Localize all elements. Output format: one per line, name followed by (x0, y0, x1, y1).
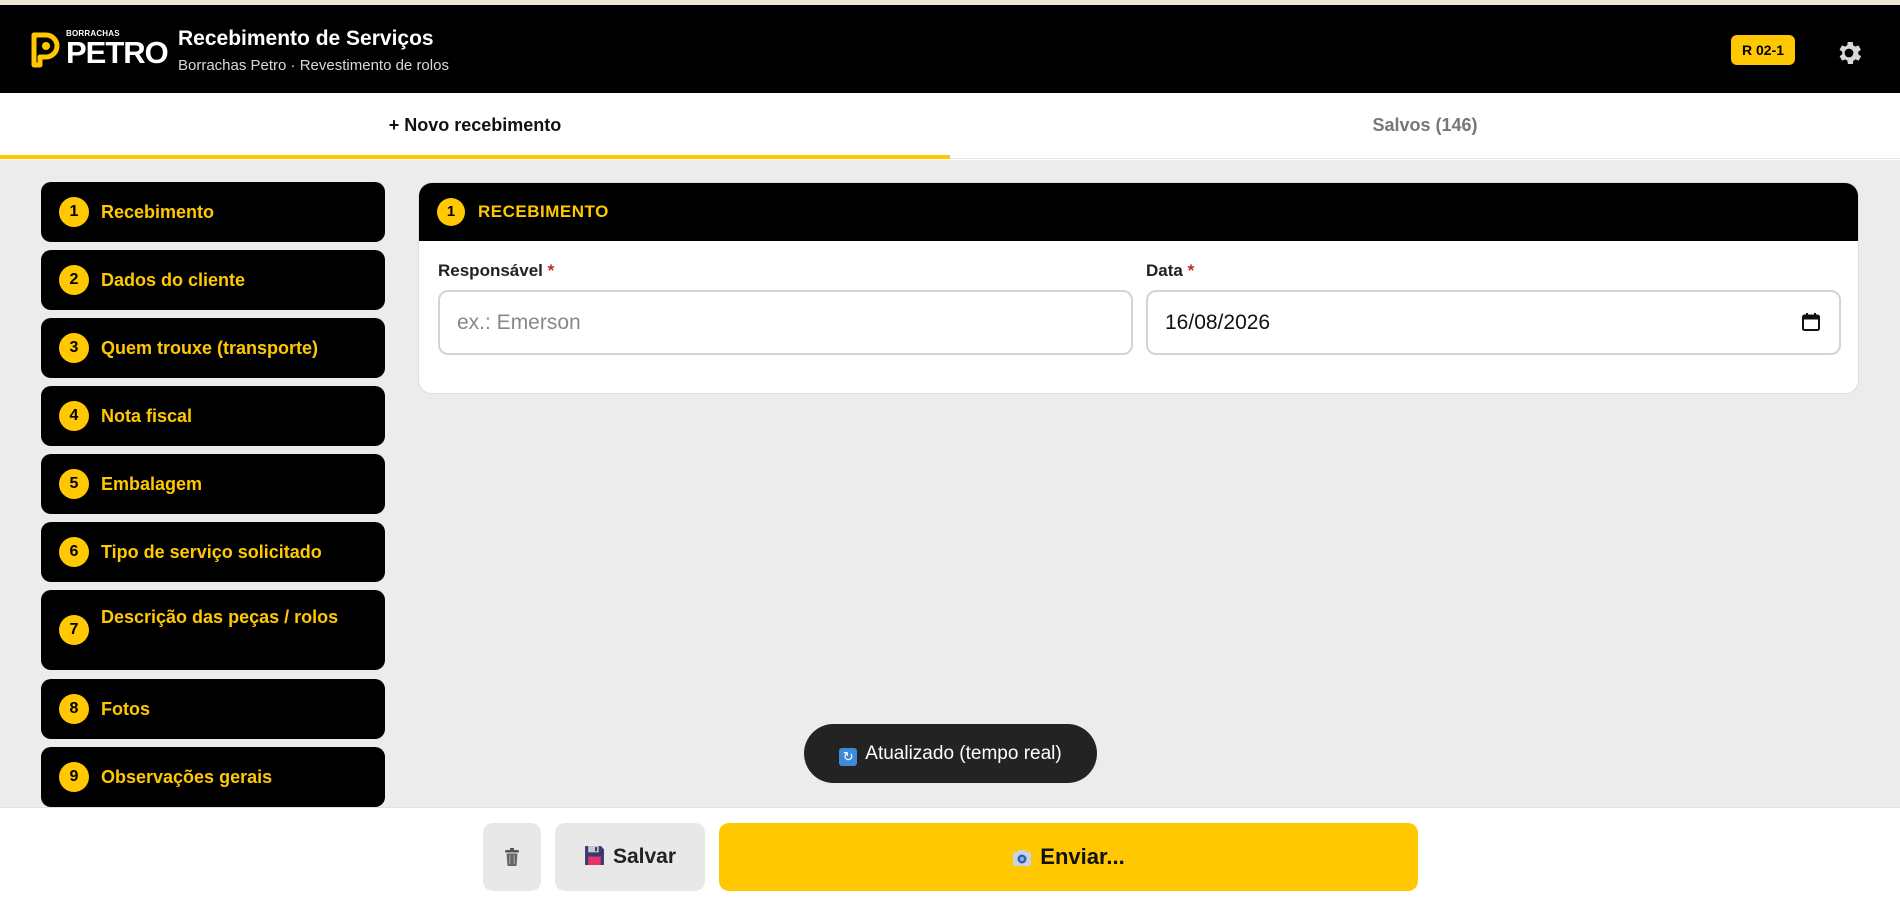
tab-novo-recebimento[interactable]: + Novo recebimento (0, 93, 950, 159)
responsavel-label-text: Responsável (438, 261, 543, 280)
sidebar-item-label: Descrição das peças / rolos (101, 607, 339, 627)
toast-text: Atualizado (tempo real) (865, 743, 1062, 764)
logo-wordmark: PETRO (66, 35, 169, 70)
sidebar-item-descricao-pecas[interactable]: 7 Descrição das peças / rolos (41, 590, 385, 670)
camera-icon (1013, 850, 1032, 866)
data-date-input[interactable]: 16/08/2026 (1146, 290, 1841, 355)
sidebar-item-label: Fotos (101, 699, 150, 719)
sidebar-item-tipo-servico[interactable]: 6 Tipo de serviço solicitado (41, 522, 385, 582)
card-title: RECEBIMENTO (478, 202, 609, 221)
sidebar-item-nota-fiscal[interactable]: 4 Nota fiscal (41, 386, 385, 446)
sidebar-item-label: Quem trouxe (transporte) (101, 338, 319, 358)
step-number: 4 (59, 401, 89, 431)
sidebar-item-label: Tipo de serviço solicitado (101, 542, 322, 562)
petro-p-icon (31, 32, 60, 68)
sidebar-item-embalagem[interactable]: 5 Embalagem (41, 454, 385, 514)
sidebar-item-label: Recebimento (101, 202, 215, 222)
discard-button[interactable] (483, 823, 541, 891)
sidebar-item-recebimento[interactable]: 1 Recebimento (41, 182, 385, 242)
card-header: 1 RECEBIMENTO (419, 183, 1858, 241)
data-label-text: Data (1146, 261, 1183, 280)
app-subtitle: Borrachas Petro · Revestimento de rolos (178, 57, 449, 74)
tab-bar: + Novo recebimento Salvos (146) (0, 93, 1900, 159)
data-label: Data * (1146, 261, 1194, 281)
step-number: 1 (59, 197, 89, 227)
realtime-toast: ↻ Atualizado (tempo real) (804, 724, 1097, 783)
form-code-badge: R 02-1 (1731, 35, 1796, 65)
step-number: 1 (437, 198, 465, 226)
step-number: 7 (59, 615, 89, 645)
action-bar: Salvar Enviar... (0, 807, 1900, 898)
responsavel-input[interactable]: ex.: Emerson (438, 290, 1133, 355)
app-title: Recebimento de Serviços (178, 27, 434, 50)
date-value: 16/08/2026 (1165, 311, 1271, 334)
sidebar-item-dados-cliente[interactable]: 2 Dados do cliente (41, 250, 385, 310)
calendar-icon[interactable] (1801, 312, 1821, 332)
sidebar-item-observacoes[interactable]: 9 Observações gerais (41, 747, 385, 807)
required-mark: * (1187, 261, 1195, 280)
save-button[interactable]: Salvar (555, 823, 705, 891)
workspace: 1 Recebimento 2 Dados do cliente 3 Quem … (0, 160, 1900, 807)
required-mark: * (547, 261, 555, 280)
recebimento-card: 1 RECEBIMENTO Responsável * ex.: Emerson… (418, 182, 1859, 394)
sidebar-item-label: Nota fiscal (101, 406, 193, 426)
tab-salvos[interactable]: Salvos (146) (950, 93, 1900, 159)
step-number: 8 (59, 694, 89, 724)
refresh-icon: ↻ (839, 748, 858, 766)
step-number: 9 (59, 762, 89, 792)
petro-logo: BORRACHAS PETRO (28, 25, 169, 71)
send-button-label: Enviar... (1040, 844, 1125, 869)
sidebar-item-label: Observações gerais (101, 767, 273, 787)
save-button-label: Salvar (612, 845, 677, 868)
app-header: BORRACHAS PETRO Recebimento de Serviços … (0, 5, 1900, 93)
step-number: 3 (59, 333, 89, 363)
sidebar-item-label: Dados do cliente (101, 270, 246, 290)
send-button[interactable]: Enviar... (719, 823, 1418, 891)
step-number: 6 (59, 537, 89, 567)
floppy-disk-icon (585, 846, 604, 865)
gear-icon[interactable] (1834, 38, 1864, 68)
responsavel-label: Responsável * (438, 261, 554, 281)
step-number: 2 (59, 265, 89, 295)
sidebar-item-transporte[interactable]: 3 Quem trouxe (transporte) (41, 318, 385, 378)
sidebar-item-fotos[interactable]: 8 Fotos (41, 679, 385, 739)
step-number: 5 (59, 469, 89, 499)
sidebar-item-label: Embalagem (101, 474, 203, 494)
trash-icon (505, 848, 519, 866)
